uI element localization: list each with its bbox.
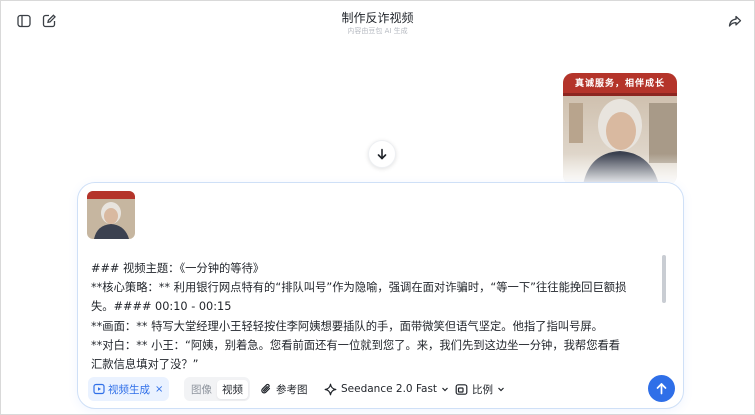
prompt-line: **对白：** 小王：“阿姨，别着急。您看前面还有一位就到您了。来，我们先到这边… — [91, 338, 621, 352]
reference-image-label: 参考图 — [276, 383, 308, 396]
arrow-down-icon — [377, 148, 387, 160]
sparkle-icon — [324, 383, 337, 395]
tab-video[interactable]: 视频 — [217, 379, 248, 399]
arrow-up-icon — [656, 383, 667, 395]
model-selector[interactable]: Seedance 2.0 Fast — [324, 377, 449, 401]
reference-image-thumbnail[interactable] — [87, 191, 135, 239]
tab-image[interactable]: 图像 — [186, 380, 217, 399]
scroll-to-bottom-button[interactable] — [368, 140, 396, 168]
uploaded-photo[interactable]: 真诚服务，相伴成长 — [563, 73, 677, 185]
send-button[interactable] — [648, 375, 675, 402]
textarea-scrollbar[interactable] — [662, 255, 666, 303]
prompt-line: 汇款信息填对了没？” — [91, 358, 199, 372]
ratio-label: 比例 — [472, 383, 493, 396]
prompt-line: ### 视频主题：《一分钟的等待》 — [91, 262, 265, 275]
composer-toolbar: 视频生成 × 图像 视频 参考图 Seedance 2.0 Fast 比例 — [88, 376, 678, 402]
paperclip-icon — [261, 383, 271, 394]
video-chip-label: 视频生成 — [108, 383, 150, 396]
photo-banner-text: 真诚服务，相伴成长 — [574, 79, 665, 89]
prompt-line: 失。#### 00:10 - 00:15 — [91, 300, 232, 314]
prompt-line: **画面：** 特写大堂经理小王轻轻按住李阿姨想要插队的手，面带微笑但语气坚定。… — [91, 319, 603, 333]
reference-image-button[interactable]: 参考图 — [260, 377, 308, 401]
media-type-toggle: 图像 视频 — [184, 377, 250, 401]
app-window: 制作反诈视频 内容由豆包 AI 生成 真诚服务，相伴成长 ### 视频主题：《一… — [0, 0, 755, 415]
page-title: 制作反诈视频 — [341, 11, 414, 25]
prompt-composer[interactable]: ### 视频主题：《一分钟的等待》 **核心策略：** 利用银行网点特有的“排队… — [77, 182, 684, 409]
chevron-down-icon — [442, 387, 448, 392]
close-icon[interactable]: × — [155, 384, 163, 395]
ai-disclaimer: 内容由豆包 AI 生成 — [347, 27, 408, 35]
share-icon[interactable] — [726, 12, 744, 30]
aspect-ratio-selector[interactable]: 比例 — [455, 377, 505, 401]
chevron-down-icon — [498, 387, 504, 392]
video-generation-chip[interactable]: 视频生成 × — [88, 377, 170, 401]
video-play-icon — [93, 383, 105, 395]
prompt-textarea[interactable]: ### 视频主题：《一分钟的等待》 **核心策略：** 利用银行网点特有的“排队… — [91, 259, 661, 375]
prompt-line: **核心策略：** 利用银行网点特有的“排队叫号”作为隐喻，强调在面对诈骗时，“… — [91, 281, 627, 295]
aspect-ratio-icon — [455, 383, 468, 395]
header: 制作反诈视频 内容由豆包 AI 生成 — [1, 1, 754, 41]
model-label: Seedance 2.0 Fast — [341, 383, 438, 395]
